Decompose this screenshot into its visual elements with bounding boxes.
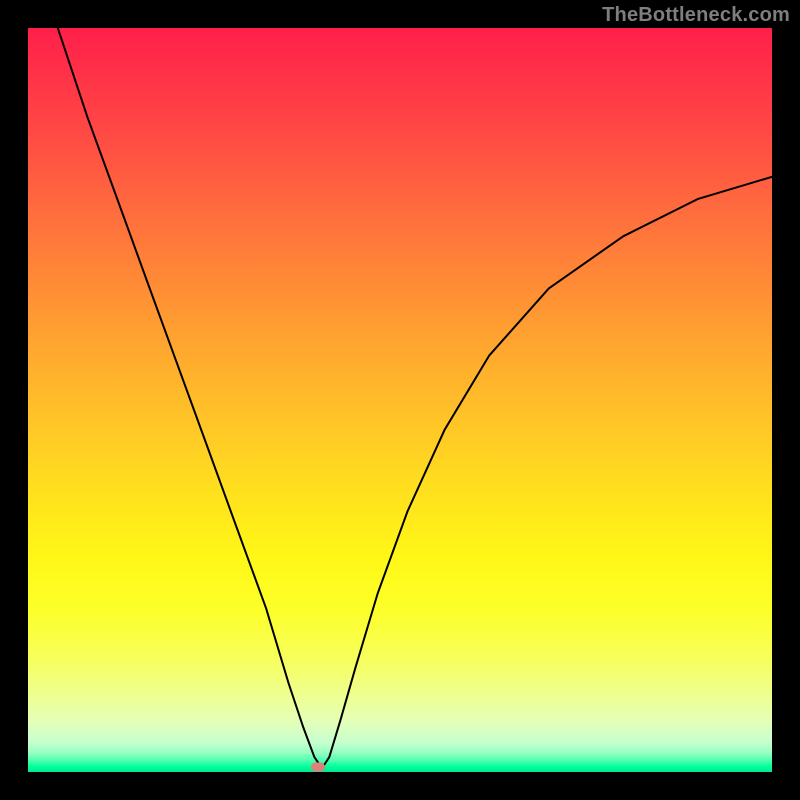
plot-area (28, 28, 772, 772)
chart-frame: TheBottleneck.com (0, 0, 800, 800)
watermark-text: TheBottleneck.com (602, 4, 790, 27)
curve-path (58, 28, 772, 768)
bottleneck-curve (28, 28, 772, 772)
optimal-marker (311, 762, 325, 771)
